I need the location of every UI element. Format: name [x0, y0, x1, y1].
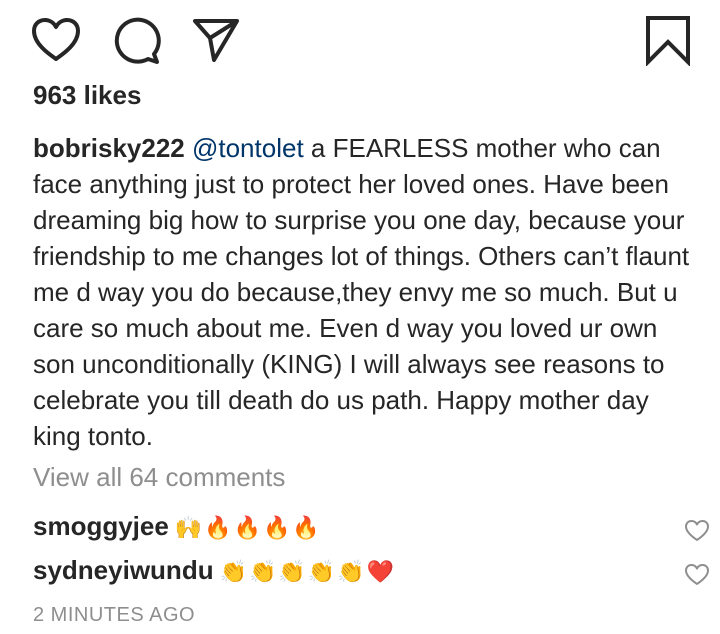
- bookmark-icon[interactable]: [644, 14, 692, 66]
- comment-item: sydneyiwundu 👏👏👏👏👏❤️: [33, 550, 709, 590]
- comment-username[interactable]: smoggyjee: [33, 511, 169, 541]
- comment-like-heart-icon[interactable]: [684, 514, 710, 554]
- comment-like-heart-icon[interactable]: [684, 558, 710, 598]
- post-caption: bobrisky222 @tontolet a FEARLESS mother …: [33, 130, 693, 454]
- caption-text: a FEARLESS mother who can face anything …: [33, 133, 690, 451]
- post-action-bar: [0, 0, 720, 80]
- comment-text: 🙌🔥🔥🔥🔥: [174, 516, 322, 541]
- caption-mention[interactable]: @tontolet: [192, 133, 304, 163]
- view-all-comments-link[interactable]: View all 64 comments: [33, 462, 285, 493]
- comment-icon[interactable]: [110, 16, 162, 66]
- comment-username[interactable]: sydneyiwundu: [33, 555, 214, 585]
- caption-username[interactable]: bobrisky222: [33, 133, 185, 163]
- heart-icon[interactable]: [30, 16, 82, 64]
- comment-item: smoggyjee 🙌🔥🔥🔥🔥: [33, 506, 709, 546]
- likes-count[interactable]: 963 likes: [33, 80, 141, 111]
- comment-text: 👏👏👏👏👏❤️: [219, 560, 396, 585]
- share-icon[interactable]: [190, 16, 242, 64]
- post-timestamp: 2 MINUTES AGO: [33, 604, 196, 626]
